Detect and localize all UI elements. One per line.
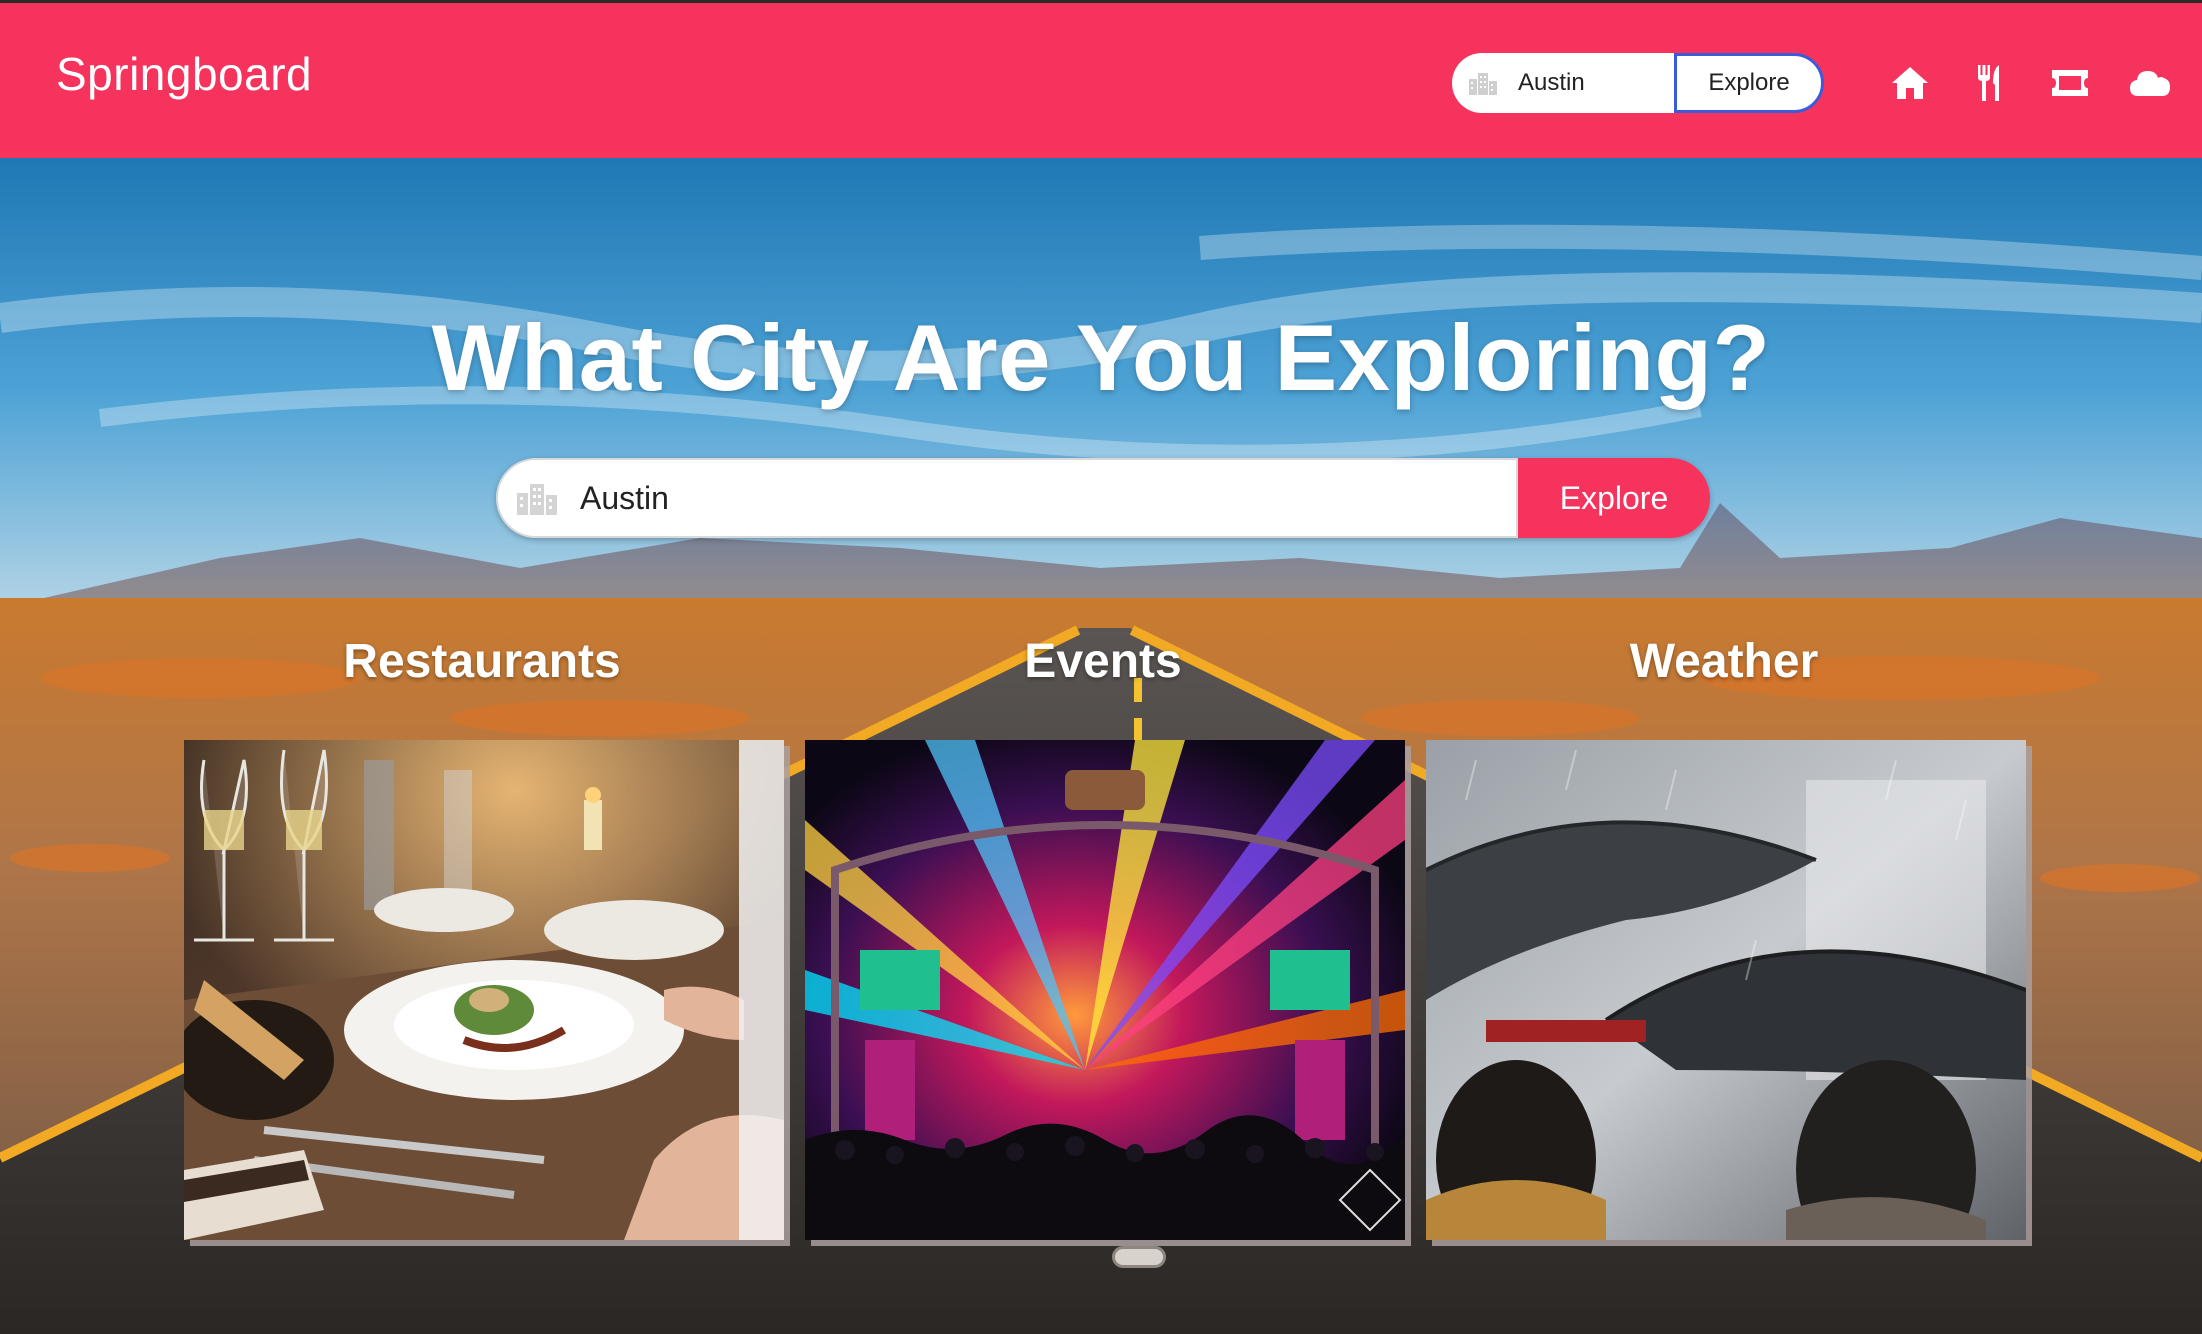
top-navbar: Springboard Austin Explore <box>0 0 2202 158</box>
home-icon <box>1892 67 1928 99</box>
city-icon <box>1469 73 1497 95</box>
hero-search-input[interactable]: Austin <box>496 458 1518 538</box>
events-label: Events <box>1024 635 1182 688</box>
nav-explore-button[interactable]: Explore <box>1674 53 1824 113</box>
weather-card[interactable] <box>1426 740 2026 1240</box>
nav-events-link[interactable] <box>2030 61 2110 105</box>
restaurants-label: Restaurants <box>343 635 621 688</box>
hero-explore-button[interactable]: Explore <box>1518 458 1710 538</box>
nav-search-group: Austin Explore <box>1452 53 1824 113</box>
ticket-icon <box>2052 70 2088 96</box>
restaurants-card[interactable] <box>184 740 784 1240</box>
cloud-icon <box>2130 71 2170 96</box>
nav-icon-bar <box>1870 61 2190 105</box>
hero-section: What City Are You Exploring? Austin Expl… <box>0 158 2202 1334</box>
nav-home-link[interactable] <box>1870 61 1950 105</box>
hero-search-value: Austin <box>580 479 669 516</box>
weather-label: Weather <box>1629 635 1819 688</box>
hero-title: What City Are You Exploring? <box>431 305 1771 410</box>
nav-search-input[interactable]: Austin <box>1452 53 1674 113</box>
nav-search-value: Austin <box>1518 69 1585 96</box>
events-image <box>805 740 1405 1240</box>
events-card[interactable] <box>805 740 1405 1240</box>
brand-logo[interactable]: Springboard <box>56 47 312 101</box>
nav-restaurants-link[interactable] <box>1950 61 2030 105</box>
nav-weather-link[interactable] <box>2110 61 2190 105</box>
restaurant-icon <box>1978 65 1999 101</box>
hero-search-group: Austin Explore <box>496 458 1710 538</box>
carousel-indicator[interactable] <box>1112 1246 1166 1268</box>
weather-image <box>1426 740 2026 1240</box>
restaurants-image <box>184 740 784 1240</box>
city-icon <box>517 484 557 515</box>
